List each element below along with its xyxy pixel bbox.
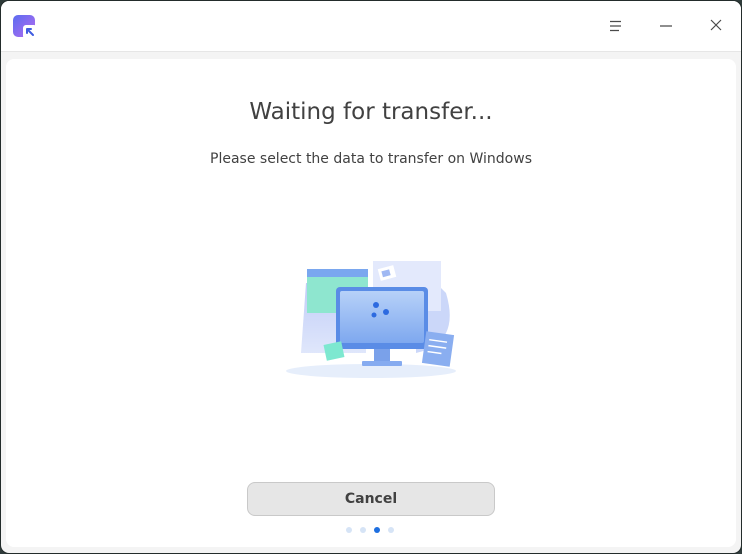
main-panel: Waiting for transfer... Please select th… — [6, 59, 736, 547]
page-title: Waiting for transfer... — [249, 99, 493, 125]
computer-transfer-illustration — [286, 261, 456, 378]
page-subtitle: Please select the data to transfer on Wi… — [210, 151, 532, 167]
close-button[interactable] — [701, 11, 731, 41]
menu-button[interactable] — [601, 11, 631, 41]
app-icon — [12, 14, 38, 40]
page-dot — [346, 527, 352, 533]
title-bar — [1, 1, 741, 52]
page-dot — [388, 527, 394, 533]
cancel-button[interactable]: Cancel — [247, 482, 495, 516]
close-icon — [709, 17, 723, 36]
minimize-button[interactable] — [651, 11, 681, 41]
pagination-indicator — [346, 527, 394, 535]
page-dot — [360, 527, 366, 533]
page-dot-active — [374, 527, 380, 533]
menu-icon — [609, 17, 623, 36]
minimize-icon — [659, 17, 673, 36]
app-window: Waiting for transfer... Please select th… — [1, 1, 741, 553]
